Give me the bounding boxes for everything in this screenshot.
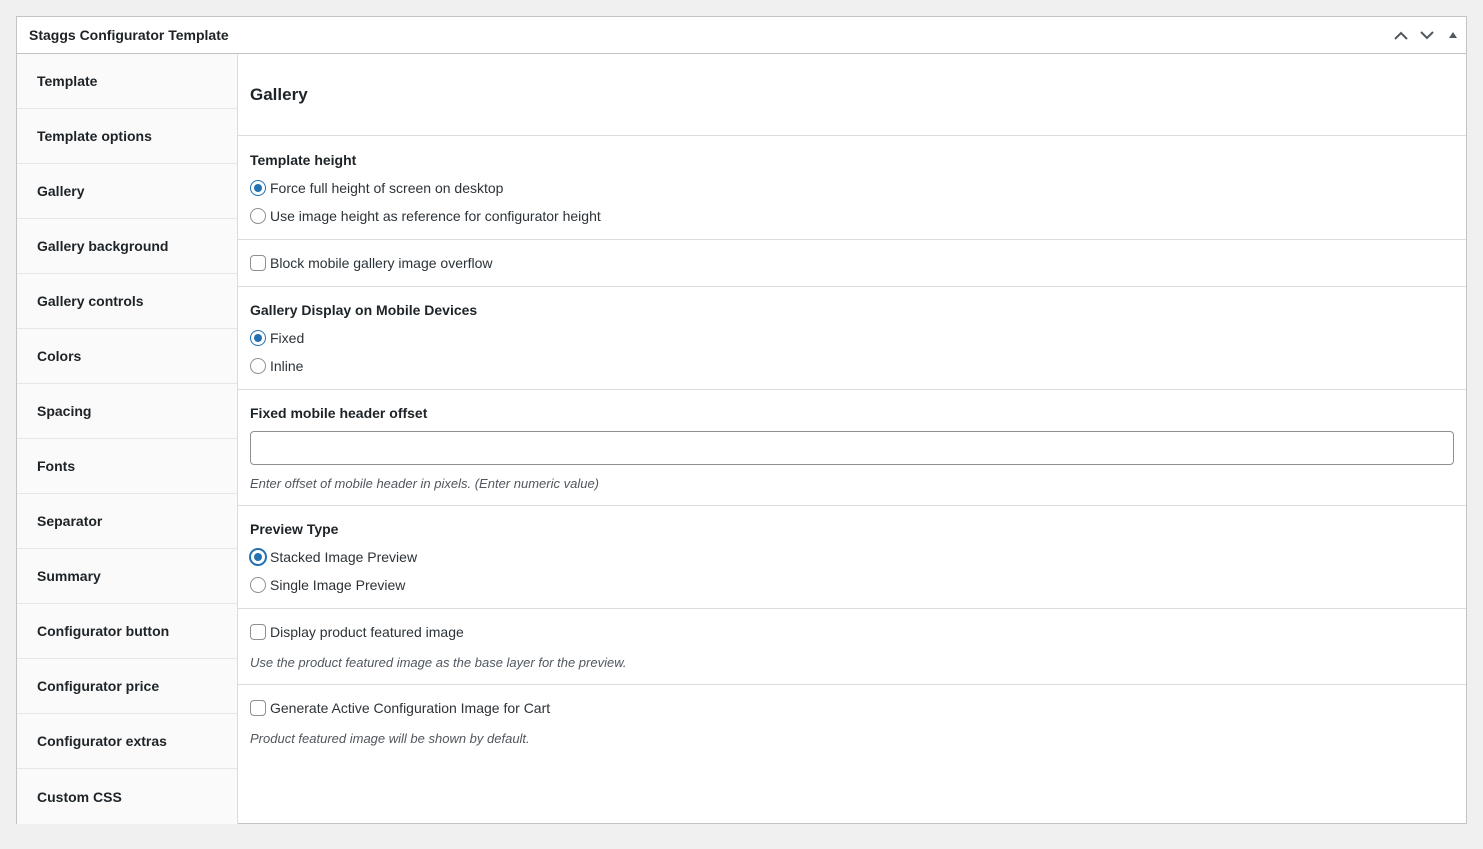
tab-label: Gallery controls [37, 293, 144, 309]
toggle-panel-button[interactable] [1440, 17, 1466, 53]
image-height-radio[interactable] [250, 208, 266, 224]
option-block-overflow[interactable]: Block mobile gallery image overflow [250, 249, 1454, 277]
single-preview-radio[interactable] [250, 577, 266, 593]
tab-label: Separator [37, 513, 103, 529]
tab-gallery[interactable]: Gallery [17, 164, 237, 219]
tab-gallery-controls[interactable]: Gallery controls [17, 274, 237, 329]
cart-image-description: Product featured image will be shown by … [250, 731, 530, 746]
stacked-preview-radio[interactable] [250, 549, 266, 565]
cart-image-checkbox[interactable] [250, 700, 266, 716]
metabox-title: Staggs Configurator Template [29, 27, 229, 43]
header-offset-section: Fixed mobile header offset Enter offset … [238, 390, 1466, 506]
triangle-up-icon [1449, 32, 1457, 38]
option-image-height[interactable]: Use image height as reference for config… [250, 202, 1454, 230]
cart-image-section: Generate Active Configuration Image for … [238, 685, 1466, 746]
option-force-full-height[interactable]: Force full height of screen on desktop [250, 174, 1454, 202]
header-offset-description: Enter offset of mobile header in pixels.… [250, 476, 600, 491]
option-label: Single Image Preview [270, 577, 406, 593]
option-stacked-preview[interactable]: Stacked Image Preview [250, 543, 1454, 571]
template-height-label: Template height [250, 152, 357, 168]
block-overflow-section: Block mobile gallery image overflow [238, 240, 1466, 287]
metabox-header: Staggs Configurator Template [17, 17, 1466, 54]
option-single-preview[interactable]: Single Image Preview [250, 571, 1454, 599]
mobile-display-section: Gallery Display on Mobile Devices Fixed … [238, 287, 1466, 390]
preview-type-label: Preview Type [250, 521, 339, 537]
header-offset-label: Fixed mobile header offset [250, 405, 428, 421]
tab-template[interactable]: Template [17, 54, 237, 109]
tab-label: Custom CSS [37, 788, 122, 805]
block-overflow-checkbox[interactable] [250, 255, 266, 271]
mobile-display-label: Gallery Display on Mobile Devices [250, 302, 478, 318]
option-label: Display product featured image [270, 624, 464, 640]
chevron-down-icon [1420, 30, 1434, 39]
template-height-section: Template height Force full height of scr… [238, 136, 1466, 240]
tab-fonts[interactable]: Fonts [17, 439, 237, 494]
tab-label: Configurator extras [37, 733, 167, 749]
option-label: Block mobile gallery image overflow [270, 255, 493, 271]
option-label: Stacked Image Preview [270, 549, 418, 565]
tab-template-options[interactable]: Template options [17, 109, 237, 164]
featured-image-checkbox[interactable] [250, 624, 266, 640]
tab-label: Summary [37, 568, 101, 584]
move-down-button[interactable] [1414, 17, 1440, 53]
settings-tabs: Template Template options Gallery Galler… [17, 54, 238, 824]
tab-label: Gallery [37, 183, 85, 199]
panel-title: Gallery [238, 54, 1466, 136]
header-offset-input[interactable] [250, 431, 1454, 465]
preview-type-section: Preview Type Stacked Image Preview Singl… [238, 506, 1466, 609]
tab-summary[interactable]: Summary [17, 549, 237, 604]
tab-configurator-button[interactable]: Configurator button [17, 604, 237, 659]
tab-label: Colors [37, 348, 82, 364]
tab-label: Spacing [37, 403, 92, 419]
tab-label: Gallery background [37, 238, 169, 254]
tab-separator[interactable]: Separator [17, 494, 237, 549]
tab-spacing[interactable]: Spacing [17, 384, 237, 439]
gallery-settings-panel: Gallery Template height Force full heigh… [238, 54, 1466, 824]
chevron-up-icon [1394, 31, 1408, 40]
tab-configurator-extras[interactable]: Configurator extras [17, 714, 237, 769]
fixed-radio[interactable] [250, 330, 266, 346]
metabox-handle-actions [1388, 17, 1466, 53]
tab-label: Configurator price [37, 678, 160, 694]
option-inline[interactable]: Inline [250, 352, 1454, 380]
tab-label: Configurator button [37, 623, 170, 639]
tab-gallery-background[interactable]: Gallery background [17, 219, 237, 274]
option-featured-image[interactable]: Display product featured image [250, 618, 1454, 646]
option-label: Generate Active Configuration Image for … [270, 700, 551, 716]
option-fixed[interactable]: Fixed [250, 324, 1454, 352]
tab-colors[interactable]: Colors [17, 329, 237, 384]
configurator-template-metabox: Staggs Configurator Template Template Te… [16, 16, 1467, 824]
option-cart-image[interactable]: Generate Active Configuration Image for … [250, 694, 1454, 722]
option-label: Fixed [270, 330, 305, 346]
featured-image-section: Display product featured image Use the p… [238, 609, 1466, 685]
option-label: Force full height of screen on desktop [270, 180, 504, 196]
tab-label: Template [37, 73, 98, 89]
tab-configurator-price[interactable]: Configurator price [17, 659, 237, 714]
inline-radio[interactable] [250, 358, 266, 374]
option-label: Use image height as reference for config… [270, 208, 601, 224]
option-label: Inline [270, 358, 304, 374]
metabox-inside: Template Template options Gallery Galler… [17, 54, 1466, 824]
move-up-button[interactable] [1388, 17, 1414, 53]
tab-label: Template options [37, 128, 152, 144]
force-full-height-radio[interactable] [250, 180, 266, 196]
featured-image-description: Use the product featured image as the ba… [250, 655, 627, 670]
tab-label: Fonts [37, 458, 76, 474]
tab-custom-css[interactable]: Custom CSS [17, 769, 237, 824]
